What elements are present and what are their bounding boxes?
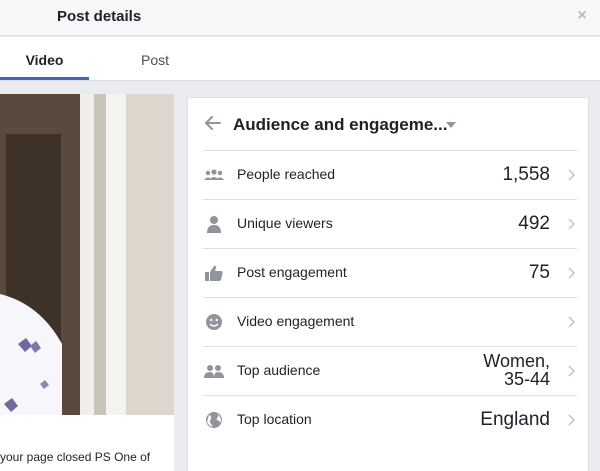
video-thumbnail[interactable] — [0, 94, 174, 415]
close-icon[interactable]: × — [574, 8, 590, 24]
row-label: Top location — [237, 411, 312, 427]
chevron-right-icon — [568, 365, 575, 377]
chevron-right-icon — [568, 316, 575, 328]
row-value: Women, 35-44 — [483, 351, 550, 389]
row-label: People reached — [237, 166, 336, 182]
thumbs-up-icon — [205, 265, 223, 281]
people-icon — [204, 169, 224, 180]
audience-icon — [204, 365, 224, 378]
video-frame-image — [0, 94, 174, 415]
chevron-right-icon — [568, 169, 575, 181]
insight-row-video-engagement[interactable]: Video engagement — [203, 297, 577, 346]
insight-row-post-engagement[interactable]: Post engagement 75 — [203, 248, 577, 297]
insights-list: People reached 1,558 Unique viewers 492 … — [203, 150, 577, 444]
row-value: 1,558 — [502, 164, 550, 185]
tab-post[interactable]: Post — [110, 37, 200, 81]
row-value: 492 — [518, 213, 550, 234]
caret-down-icon[interactable] — [446, 122, 456, 128]
person-icon — [207, 216, 221, 233]
chevron-right-icon — [568, 267, 575, 279]
post-preview: your page closed PS One of — [0, 94, 174, 471]
tab-bar: Video Post — [0, 37, 600, 81]
row-label: Unique viewers — [237, 215, 333, 231]
insight-row-unique-viewers[interactable]: Unique viewers 492 — [203, 199, 577, 248]
globe-icon — [206, 412, 222, 428]
back-arrow-icon[interactable] — [204, 115, 222, 131]
smiley-icon — [206, 314, 222, 330]
tab-video[interactable]: Video — [0, 37, 89, 81]
post-caption: your page closed PS One of — [0, 450, 151, 464]
dialog-header: Post details × — [0, 0, 600, 36]
chevron-right-icon — [568, 414, 575, 426]
dialog-title: Post details — [57, 8, 142, 25]
row-value: 75 — [528, 262, 550, 283]
insights-card: Audience and engageme... People reached … — [187, 97, 589, 471]
row-label: Top audience — [237, 362, 321, 378]
insights-dropdown-title[interactable]: Audience and engageme... — [233, 115, 447, 135]
row-label: Post engagement — [237, 264, 347, 280]
insight-row-people-reached[interactable]: People reached 1,558 — [203, 150, 577, 199]
insight-row-top-audience[interactable]: Top audience Women, 35-44 — [203, 346, 577, 395]
active-tab-indicator — [0, 77, 89, 80]
insights-header: Audience and engageme... — [188, 98, 588, 150]
insight-row-top-location[interactable]: Top location England — [203, 395, 577, 444]
row-label: Video engagement — [237, 313, 355, 329]
chevron-right-icon — [568, 218, 575, 230]
row-value: England — [480, 409, 550, 430]
